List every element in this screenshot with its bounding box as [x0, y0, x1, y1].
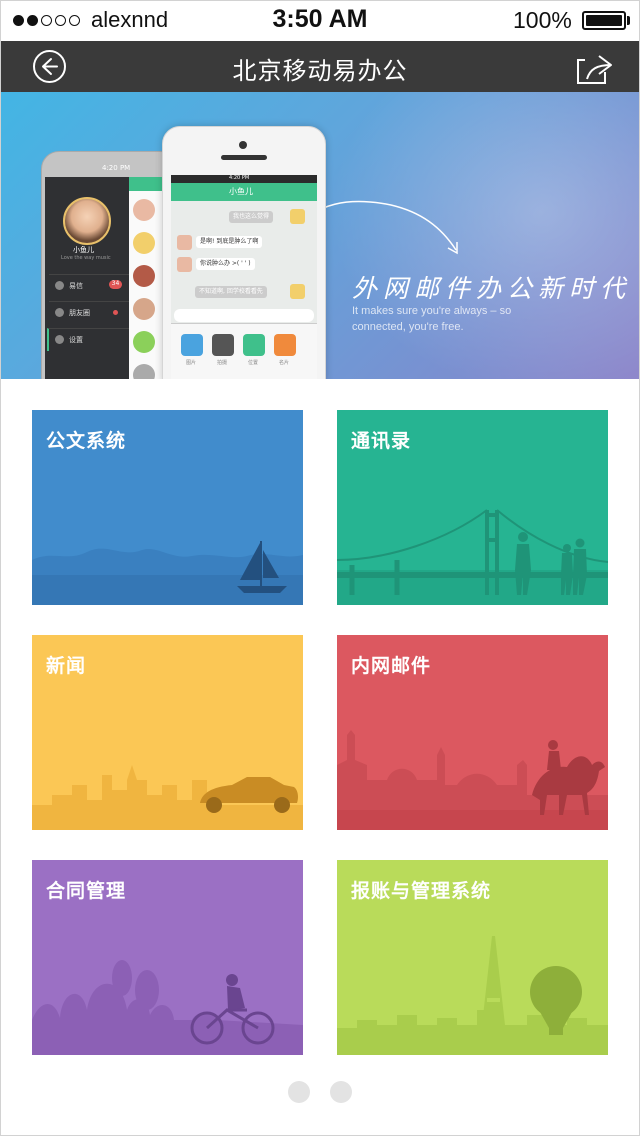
menu-item-moments: 朋友圈 — [49, 301, 129, 324]
chat-avatar — [290, 209, 305, 224]
banner-slogan: 外网邮件办公新时代 — [352, 274, 632, 303]
chat-avatar — [177, 235, 192, 250]
profile-name: 小鱼儿 — [73, 246, 94, 254]
contact-avatar — [133, 199, 155, 221]
menu-item-label: 朋友圈 — [69, 309, 90, 317]
contact-avatar — [133, 265, 155, 287]
tile-expense-management[interactable]: 报账与管理系统 — [337, 860, 608, 1055]
chat-bubble: 是啊! 到底是肿么了啊 — [196, 236, 263, 248]
tool-label: 拍摄 — [217, 360, 228, 366]
camera-icon — [212, 334, 234, 356]
tile-contract-management[interactable]: 合同管理 — [32, 860, 303, 1055]
page-title: 北京移动易办公 — [232, 57, 408, 85]
contact-avatar — [133, 331, 155, 353]
menu-item-label: 设置 — [69, 336, 83, 344]
chat-tools: 图片 拍摄 位置 名片 — [171, 323, 317, 379]
battery-percent: 100% — [513, 7, 572, 33]
chat-input — [174, 309, 314, 322]
tile-contacts[interactable]: 通讯录 — [337, 410, 608, 605]
tool-label: 名片 — [279, 360, 290, 366]
front-phone-time: 4:20 PM — [229, 175, 250, 181]
contact-avatar — [133, 364, 155, 379]
menu-item-settings: 设置 — [47, 328, 129, 351]
app-screen: alexnnd 3:50 AM 100% 北京移动易办公 4:20 PM 小鱼儿… — [0, 0, 640, 1136]
page-indicator-dot-1[interactable] — [288, 1081, 310, 1103]
chat-bubble: 不知道啊, 回学校看看先 — [195, 286, 267, 298]
page-indicator-dot-2[interactable] — [330, 1081, 352, 1103]
tile-label: 报账与管理系统 — [351, 880, 492, 902]
tile-label: 公文系统 — [46, 430, 127, 452]
promo-banner[interactable]: 4:20 PM 小鱼儿 Love the way music 易信 34 朋友圈 — [1, 92, 639, 379]
chat-header: 小鱼儿 — [171, 183, 317, 201]
tile-intranet-mail[interactable]: 内网邮件 — [337, 635, 608, 830]
tile-label: 合同管理 — [46, 880, 127, 902]
back-phone-time: 4:20 PM — [102, 164, 131, 172]
chat-bubble: 我也这么觉得 — [229, 211, 274, 223]
tile-label: 内网邮件 — [351, 655, 432, 677]
front-phone-mockup: 4:20 PM 小鱼儿 我也这么觉得 是啊! 到底是肿么了啊 你说肿么办 >( … — [162, 126, 326, 379]
unread-badge: 34 — [109, 280, 122, 289]
banner-slogan-sub: It makes sure you're always – so connect… — [352, 305, 512, 333]
contact-avatar — [133, 232, 155, 254]
mini-status-bar: 4:20 PM — [171, 175, 317, 183]
back-phone-screen: 小鱼儿 Love the way music 易信 34 朋友圈 设置 — [45, 177, 174, 379]
gear-icon — [55, 335, 64, 344]
friends-icon — [55, 308, 64, 317]
menu-item-yixin: 易信 34 — [49, 274, 129, 297]
back-phone-mockup: 4:20 PM 小鱼儿 Love the way music 易信 34 朋友圈 — [41, 151, 178, 379]
tile-news[interactable]: 新闻 — [32, 635, 303, 830]
chat-avatar — [290, 284, 305, 299]
tool-label: 图片 — [186, 360, 197, 366]
tile-label: 新闻 — [46, 655, 87, 677]
battery-icon — [582, 11, 626, 30]
share-icon[interactable] — [575, 48, 615, 86]
speaker-grill — [221, 155, 267, 160]
tile-label: 通讯录 — [351, 430, 412, 452]
chat-icon — [55, 281, 64, 290]
navigation-bar: 北京移动易办公 — [1, 41, 639, 92]
front-phone-screen: 4:20 PM 小鱼儿 我也这么觉得 是啊! 到底是肿么了啊 你说肿么办 >( … — [171, 175, 317, 379]
card-icon — [274, 334, 296, 356]
battery-tip — [627, 16, 630, 25]
red-dot-icon — [113, 310, 118, 315]
contact-avatar — [133, 298, 155, 320]
camera-dot — [239, 141, 247, 149]
image-icon — [181, 334, 203, 356]
location-icon — [243, 334, 265, 356]
chat-title: 小鱼儿 — [229, 187, 253, 196]
chat-avatar — [177, 257, 192, 272]
status-bar: alexnnd 3:50 AM 100% — [1, 1, 639, 41]
tool-label: 位置 — [248, 360, 259, 366]
profile-avatar — [63, 197, 111, 245]
chat-bubble: 你说肿么办 >( ' ' ) — [196, 258, 255, 270]
menu-item-label: 易信 — [69, 282, 83, 290]
tile-official-docs[interactable]: 公文系统 — [32, 410, 303, 605]
profile-sub: Love the way music — [61, 255, 111, 261]
